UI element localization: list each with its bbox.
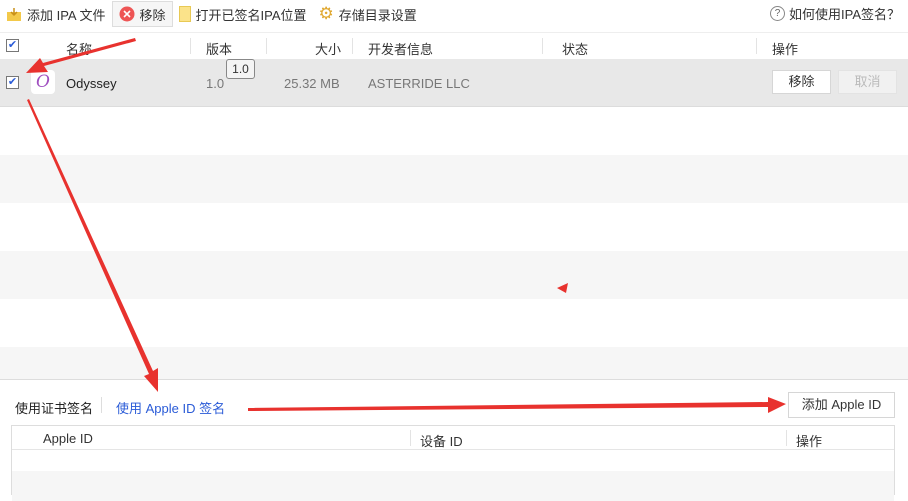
empty-row xyxy=(0,347,908,379)
header-developer: 开发者信息 xyxy=(368,42,434,57)
close-circle-icon xyxy=(119,6,134,22)
header-name: 名称 xyxy=(66,42,93,57)
app-developer: ASTERRIDE LLC xyxy=(368,76,470,91)
table-row[interactable]: ✔ Odyssey 1.0 25.32 MB ASTERRIDE LLC 移除 … xyxy=(0,59,908,107)
toolbar: 添加 IPA 文件 移除 打开已签名IPA位置 ⚙ 存储目录设置 ? 如何使用I… xyxy=(0,0,908,28)
header-version: 版本 xyxy=(206,42,233,57)
help-link[interactable]: ? 如何使用IPA签名？ xyxy=(770,4,900,23)
empty-row xyxy=(0,107,908,155)
row-cancel-button[interactable]: 取消 xyxy=(838,70,897,94)
add-ipa-button[interactable]: 添加 IPA 文件 xyxy=(0,1,112,27)
empty-row xyxy=(0,155,908,203)
folder-icon xyxy=(178,6,191,22)
add-ipa-label: 添加 IPA 文件 xyxy=(27,7,106,23)
storage-settings-label: 存储目录设置 xyxy=(338,7,417,23)
version-tooltip: 1.0 xyxy=(226,59,255,79)
remove-button[interactable]: 移除 xyxy=(111,1,173,27)
header-device-id: 设备 ID xyxy=(420,434,463,449)
tab-cert-sign[interactable]: 使用证书签名 xyxy=(15,398,93,417)
row-remove-button[interactable]: 移除 xyxy=(772,70,831,94)
header-status: 状态 xyxy=(562,42,589,57)
open-signed-label: 打开已签名IPA位置 xyxy=(195,7,307,23)
question-icon: ? xyxy=(770,6,785,21)
remove-label: 移除 xyxy=(139,7,166,23)
open-signed-location-button[interactable]: 打开已签名IPA位置 xyxy=(173,1,313,27)
add-appleid-button[interactable]: 添加 Apple ID xyxy=(788,392,895,418)
empty-row xyxy=(0,203,908,251)
empty-row xyxy=(0,299,908,347)
header-action: 操作 xyxy=(772,42,799,57)
appleid-table-header: Apple ID 设备 ID 操作 xyxy=(12,426,894,450)
app-version: 1.0 xyxy=(206,76,225,91)
header-size: 大小 xyxy=(315,42,342,57)
gear-icon: ⚙ xyxy=(318,4,334,23)
signing-panel: 使用证书签名 使用 Apple ID 签名 添加 Apple ID Apple … xyxy=(0,379,908,501)
app-size: 25.32 MB xyxy=(284,76,340,91)
help-label: 如何使用IPA签名？ xyxy=(789,7,900,22)
empty-row xyxy=(0,251,908,299)
select-all-checkbox[interactable]: ✔ xyxy=(6,39,19,52)
folder-add-icon xyxy=(7,7,21,21)
app-name: Odyssey xyxy=(66,76,117,91)
storage-settings-button[interactable]: ⚙ 存储目录设置 xyxy=(313,1,423,27)
table-header: ✔ 名称 版本 大小 开发者信息 状态 操作 xyxy=(0,32,908,59)
header-appleid-action: 操作 xyxy=(796,434,823,449)
appleid-table: Apple ID 设备 ID 操作 xyxy=(11,425,895,501)
row-checkbox[interactable]: ✔ xyxy=(6,76,19,89)
header-apple-id: Apple ID xyxy=(43,431,93,446)
tab-appleid-sign[interactable]: 使用 Apple ID 签名 xyxy=(116,398,225,417)
app-icon: O xyxy=(31,70,55,94)
